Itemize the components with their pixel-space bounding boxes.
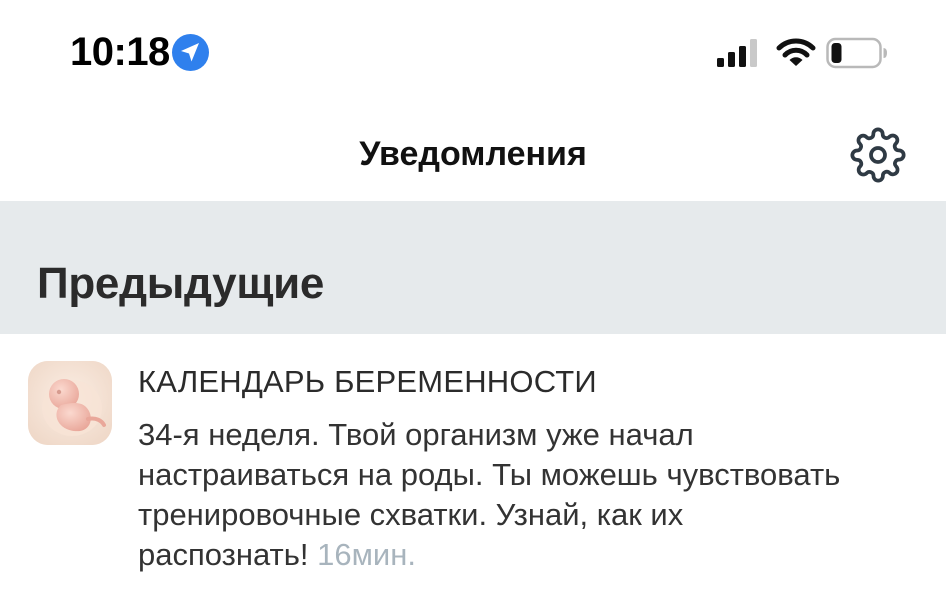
wifi-icon bbox=[776, 38, 816, 66]
location-arrow-icon bbox=[172, 34, 209, 71]
settings-button[interactable] bbox=[850, 127, 906, 183]
notification-item[interactable]: КАЛЕНДАРЬ БЕРЕМЕННОСТИ 34-я неделя. Твой… bbox=[0, 334, 946, 600]
cellular-signal-icon bbox=[717, 39, 757, 67]
notification-time: 16мин. bbox=[317, 537, 416, 572]
notification-source: КАЛЕНДАРЬ БЕРЕМЕННОСТИ bbox=[138, 364, 597, 399]
fetus-icon bbox=[28, 361, 112, 445]
notification-body-line: тренировочные схватки. Узнай, как их bbox=[138, 497, 684, 532]
section-header: Предыдущие bbox=[0, 201, 946, 334]
page-title: Уведомления bbox=[359, 135, 587, 173]
gear-icon bbox=[850, 127, 906, 183]
app-icon bbox=[28, 361, 112, 445]
section-title: Предыдущие bbox=[37, 259, 325, 308]
nav-bar: Уведомления bbox=[0, 105, 946, 201]
notification-body: 34-я неделя. Твой организм уже начал нас… bbox=[138, 415, 928, 575]
battery-icon bbox=[826, 37, 887, 69]
status-bar: 10:18 bbox=[0, 0, 946, 105]
notification-body-line-last: распознать! 16мин. bbox=[138, 535, 928, 575]
status-time: 10:18 bbox=[70, 30, 170, 74]
notification-body-end: распознать! bbox=[138, 537, 309, 572]
notification-body-line: 34-я неделя. Твой организм уже начал bbox=[138, 417, 694, 452]
notification-body-line: настраиваться на роды. Ты можешь чувство… bbox=[138, 457, 841, 492]
